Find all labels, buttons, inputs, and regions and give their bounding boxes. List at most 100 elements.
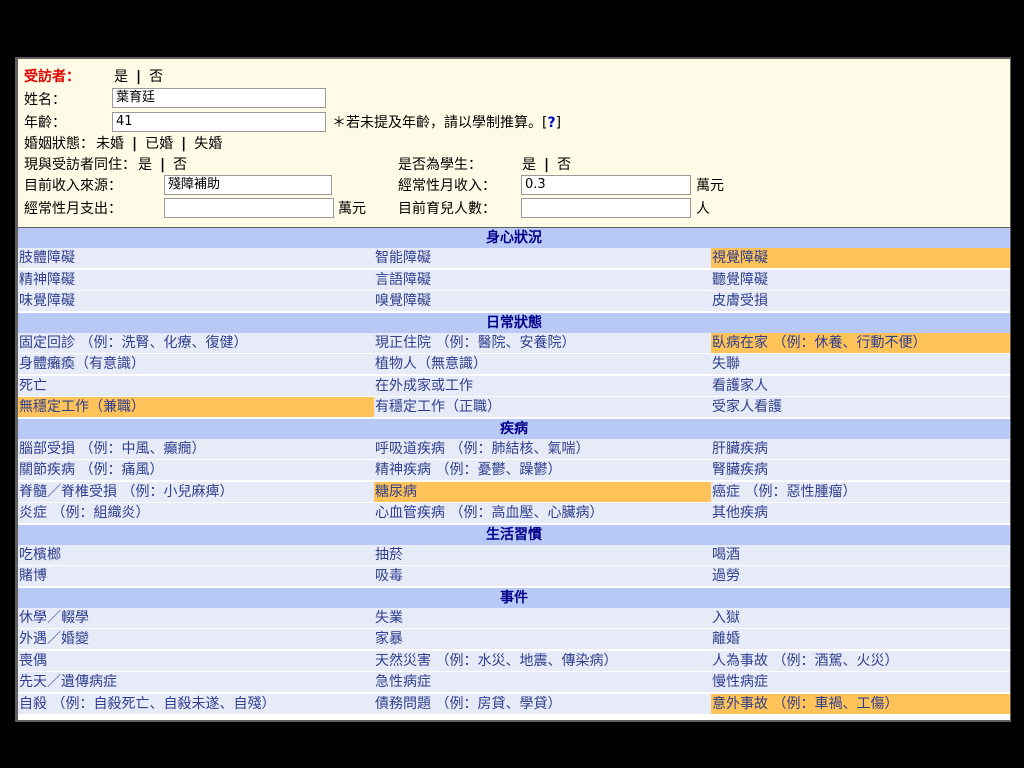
status-option[interactable]: 植物人（無意識）: [374, 354, 711, 375]
marital-label: 婚姻狀態：: [24, 136, 94, 152]
status-option[interactable]: 嗅覺障礙: [374, 291, 711, 312]
status-option[interactable]: 呼吸道疾病 （例：肺結核、氣喘）: [374, 438, 711, 460]
interviewee-options: 是 | 否: [112, 67, 165, 87]
section-header: 生活習慣: [18, 524, 1010, 545]
status-option[interactable]: 看護家人: [711, 375, 1010, 397]
interviewee-row: 受訪者：: [24, 67, 80, 87]
monthly-income-field[interactable]: 0.3: [521, 175, 691, 195]
status-option[interactable]: 吃檳榔: [18, 544, 374, 566]
status-option[interactable]: 脊髓／脊椎受損 （例：小兒麻痺）: [18, 481, 374, 503]
status-option[interactable]: 心血管疾病 （例：高血壓、心臟病）: [374, 503, 711, 524]
status-option[interactable]: 急性病症: [374, 672, 711, 693]
cohabit-no[interactable]: 否: [171, 157, 189, 173]
status-option[interactable]: 皮膚受損: [711, 291, 1010, 312]
status-option[interactable]: 糖尿病: [374, 481, 711, 503]
status-option[interactable]: 債務問題 （例：房貸、學貸）: [374, 693, 711, 715]
cohabit-label: 現與受訪者同住：: [24, 157, 136, 173]
status-option[interactable]: 固定回診 （例：洗腎、化療、復健）: [18, 332, 374, 354]
status-option[interactable]: 吸毒: [374, 566, 711, 587]
status-option[interactable]: 離婚: [711, 629, 1010, 650]
status-option[interactable]: 賭博: [18, 566, 374, 587]
student-no[interactable]: 否: [555, 157, 573, 173]
marital-row: 婚姻狀態： 未婚 | 已婚 | 失婚: [24, 134, 224, 154]
age-note-text: ＊若未提及年齡，請以學制推算。[: [332, 115, 548, 131]
status-option[interactable]: 現正住院 （例：醫院、安養院）: [374, 332, 711, 354]
status-option[interactable]: 炎症 （例：組織炎）: [18, 503, 374, 524]
status-option[interactable]: 其他疾病: [711, 503, 1010, 524]
student-options: 是 | 否: [520, 155, 573, 175]
status-option[interactable]: 視覺障礙: [711, 248, 1010, 269]
status-option[interactable]: 家暴: [374, 629, 711, 650]
status-option[interactable]: 肢體障礙: [18, 248, 374, 269]
status-option[interactable]: 慢性病症: [711, 672, 1010, 693]
section-header: 日常狀態: [18, 312, 1010, 333]
status-option[interactable]: 抽菸: [374, 544, 711, 566]
age-field[interactable]: 41: [112, 112, 326, 132]
status-option[interactable]: 癌症 （例：惡性腫瘤）: [711, 481, 1010, 503]
age-note: ＊若未提及年齡，請以學制推算。[?]: [332, 113, 561, 133]
income-source-field[interactable]: 殘障補助: [164, 175, 332, 195]
student-label: 是否為學生：: [398, 157, 482, 173]
cohabit-row: 現與受訪者同住：是 | 否: [24, 155, 189, 175]
status-option[interactable]: 過勞: [711, 566, 1010, 587]
monthly-income-label: 經常性月收入：: [398, 178, 496, 194]
interviewee-form: 受訪者： 是 | 否 姓名： 葉育廷 年齡： 41 ＊若未提及年齡，請以學制推算。[…: [18, 59, 1010, 227]
status-option[interactable]: 死亡: [18, 375, 374, 397]
age-note-end: ]: [555, 115, 562, 131]
separator: |: [160, 157, 166, 173]
status-option[interactable]: 自殺 （例：自殺死亡、自殺未遂、自殘）: [18, 693, 374, 715]
status-option[interactable]: 天然災害 （例：水災、地震、傳染病）: [374, 650, 711, 672]
status-option[interactable]: 味覺障礙: [18, 291, 374, 312]
status-option[interactable]: 人為事故 （例：酒駕、火災）: [711, 650, 1010, 672]
status-option[interactable]: 在外成家或工作: [374, 375, 711, 397]
status-option[interactable]: 失業: [374, 607, 711, 629]
status-option[interactable]: 智能障礙: [374, 248, 711, 269]
status-option[interactable]: 言語障礙: [374, 269, 711, 291]
status-option[interactable]: 受家人看護: [711, 397, 1010, 418]
section-header: 身心狀況: [18, 228, 1010, 248]
status-option[interactable]: 有穩定工作（正職）: [374, 397, 711, 418]
status-option[interactable]: 身體癱瘓（有意識）: [18, 354, 374, 375]
status-option[interactable]: 臥病在家 （例：休養、行動不便）: [711, 332, 1010, 354]
status-option[interactable]: 先天／遺傳病症: [18, 672, 374, 693]
status-option[interactable]: 入獄: [711, 607, 1010, 629]
interviewee-yes[interactable]: 是: [112, 69, 130, 85]
name-label: 姓名：: [24, 92, 66, 108]
children-unit: 人: [696, 201, 710, 217]
name-field[interactable]: 葉育廷: [112, 88, 326, 108]
help-link[interactable]: ?: [547, 115, 555, 131]
status-option[interactable]: 喪偶: [18, 650, 374, 672]
marital-separated[interactable]: 失婚: [192, 136, 224, 152]
status-option[interactable]: 腎臟疾病: [711, 460, 1010, 481]
status-option[interactable]: 關節疾病 （例：痛風）: [18, 460, 374, 481]
status-option[interactable]: 意外事故 （例：車禍、工傷）: [711, 693, 1010, 715]
status-option[interactable]: 失聯: [711, 354, 1010, 375]
status-option[interactable]: 腦部受損 （例：中風、癲癇）: [18, 438, 374, 460]
marital-single[interactable]: 未婚: [94, 136, 126, 152]
section-header: 疾病: [18, 418, 1010, 439]
income-unit: 萬元: [696, 178, 724, 194]
income-source-label: 目前收入來源：: [24, 178, 122, 194]
monthly-expense-label: 經常性月支出：: [24, 201, 122, 217]
monthly-expense-field[interactable]: [164, 198, 334, 218]
marital-married[interactable]: 已婚: [143, 136, 175, 152]
age-label: 年齡：: [24, 115, 66, 131]
children-label: 目前育兒人數：: [398, 201, 496, 217]
separator: |: [132, 136, 138, 152]
student-yes[interactable]: 是: [520, 157, 538, 173]
status-option[interactable]: 精神疾病 （例：憂鬱、躁鬱）: [374, 460, 711, 481]
separator: |: [136, 69, 142, 85]
status-option[interactable]: 休學／輟學: [18, 607, 374, 629]
section-header: 事件: [18, 587, 1010, 608]
status-option[interactable]: 聽覺障礙: [711, 269, 1010, 291]
status-option[interactable]: 無穩定工作（兼職）: [18, 397, 374, 418]
status-table: 身心狀況 肢體障礙 智能障礙 視覺障礙精神障礙 言語障礙 聽覺障礙味覺障礙 嗅覺障礙 皮膚受損…: [18, 228, 1010, 720]
status-option[interactable]: 精神障礙: [18, 269, 374, 291]
status-option[interactable]: 肝臟疾病: [711, 438, 1010, 460]
cohabit-yes[interactable]: 是: [136, 157, 154, 173]
children-field[interactable]: [521, 198, 691, 218]
status-option[interactable]: 外遇／婚變: [18, 629, 374, 650]
status-option[interactable]: 喝酒: [711, 544, 1010, 566]
interviewee-no[interactable]: 否: [147, 69, 165, 85]
separator: |: [181, 136, 187, 152]
